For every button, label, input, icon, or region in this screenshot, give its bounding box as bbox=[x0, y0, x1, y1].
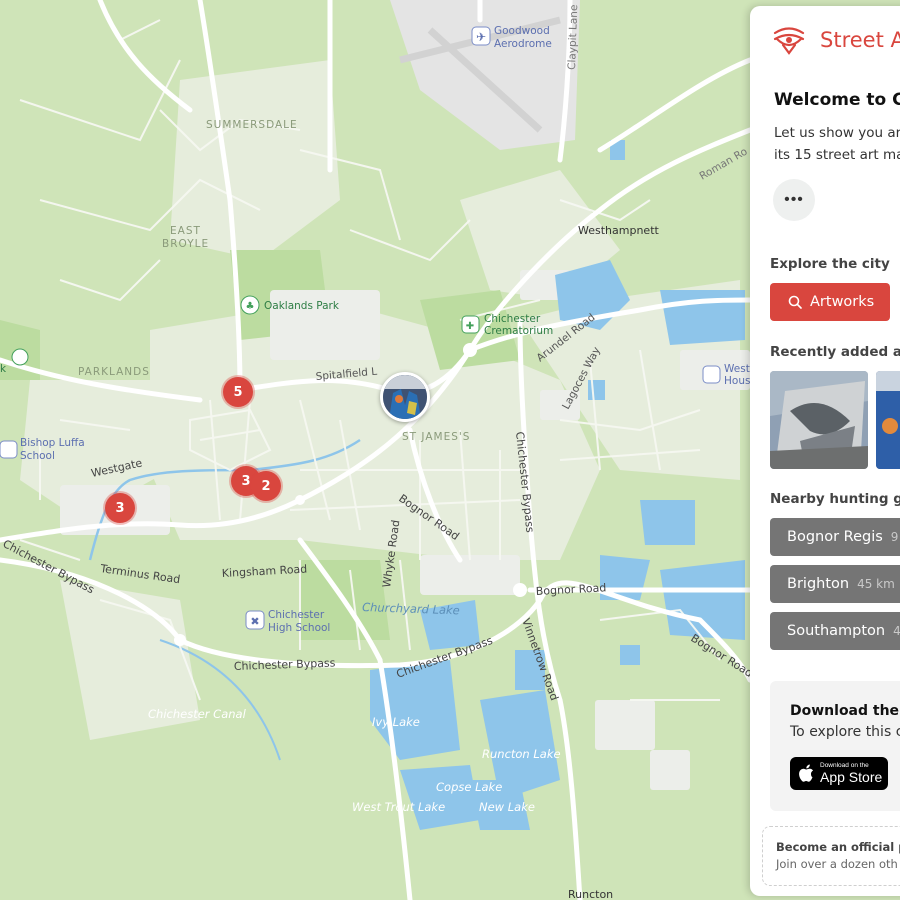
recent-artwork-thumbnail[interactable] bbox=[770, 371, 868, 469]
label-goodwood: Goodwood bbox=[494, 25, 550, 37]
svg-text:Aerodrome: Aerodrome bbox=[494, 38, 552, 50]
label-westhampnett: Westhampnett bbox=[578, 224, 660, 237]
appstore-big-text: App Store bbox=[820, 768, 883, 785]
label-new-lake: New Lake bbox=[479, 800, 535, 814]
svg-text:Crematorium: Crematorium bbox=[484, 325, 553, 337]
svg-text:School: School bbox=[20, 450, 55, 462]
label-st-james: ST JAMES'S bbox=[402, 431, 470, 443]
download-subtitle: To explore this c bbox=[790, 724, 900, 740]
artwork-photo-marker[interactable] bbox=[380, 372, 430, 422]
artwork-image bbox=[876, 371, 900, 469]
recent-artwork-thumbnail[interactable] bbox=[876, 371, 900, 469]
artworks-button-label: Artworks bbox=[810, 294, 875, 310]
download-card: Download the a To explore this c Downloa… bbox=[770, 681, 900, 811]
app-store-badge[interactable]: Download on the App Store bbox=[790, 757, 888, 790]
artwork-cluster-marker[interactable]: 5 bbox=[223, 377, 253, 407]
explore-heading: Explore the city bbox=[770, 256, 890, 272]
recent-heading: Recently added art bbox=[770, 344, 900, 360]
nearby-group-button[interactable]: Bognor Regis9 k bbox=[770, 518, 900, 556]
nearby-group-button[interactable]: Brighton 45 km bbox=[770, 565, 900, 603]
partner-subtitle: Join over a dozen oth bbox=[776, 857, 898, 871]
more-button[interactable]: ••• bbox=[773, 179, 815, 221]
svg-text:✈: ✈ bbox=[476, 30, 486, 44]
artworks-button[interactable]: Artworks bbox=[770, 283, 890, 321]
label-west-trout-lake: West Trout Lake bbox=[352, 800, 445, 814]
svg-text:✚: ✚ bbox=[466, 321, 474, 332]
intro-text: Let us show you ar its 15 street art mas bbox=[774, 125, 900, 163]
label-ivy-lake: Ivy Lake bbox=[372, 715, 420, 729]
svg-text:Hous: Hous bbox=[724, 375, 750, 387]
label-east-broyle: EAST bbox=[170, 225, 201, 237]
partner-title: Become an official pa bbox=[776, 840, 900, 854]
label-chichester-canal: Chichester Canal bbox=[148, 707, 247, 721]
nearby-heading: Nearby hunting gro bbox=[770, 491, 900, 507]
label-copse-lake: Copse Lake bbox=[436, 780, 502, 794]
artwork-image bbox=[770, 371, 868, 469]
label-runcton-lake: Runcton Lake bbox=[482, 747, 561, 761]
brand-name: Street A bbox=[820, 28, 900, 52]
side-panel: Street A Welcome to Cl Let us show you a… bbox=[750, 6, 900, 896]
label-crematorium: Chichester bbox=[484, 313, 541, 325]
svg-text:High School: High School bbox=[268, 622, 330, 634]
brand-logo[interactable]: Street A bbox=[772, 22, 900, 58]
label-high-school: Chichester bbox=[268, 609, 325, 621]
label-bishop-luffa: Bishop Luffa bbox=[20, 437, 85, 449]
label-west-hous: West bbox=[724, 363, 750, 375]
partner-card[interactable]: Become an official pa Join over a dozen … bbox=[762, 826, 900, 886]
label-park-k: k bbox=[0, 363, 7, 375]
artwork-cluster-marker[interactable]: 2 bbox=[251, 471, 281, 501]
svg-text:✖: ✖ bbox=[250, 615, 259, 628]
apple-icon bbox=[799, 764, 814, 782]
download-title: Download the a bbox=[790, 703, 900, 719]
search-icon bbox=[788, 295, 802, 309]
artwork-photo-image bbox=[383, 375, 427, 419]
artwork-cluster-marker[interactable]: 3 bbox=[105, 493, 135, 523]
svg-text:BROYLE: BROYLE bbox=[162, 238, 209, 250]
label-summersdale: SUMMERSDALE bbox=[206, 119, 298, 131]
label-parklands: PARKLANDS bbox=[78, 366, 150, 378]
label-claypit-lane: Claypit Lane bbox=[566, 4, 580, 70]
label-runcton: Runcton bbox=[568, 888, 613, 900]
welcome-title: Welcome to Cl bbox=[774, 90, 900, 110]
brand-icon bbox=[773, 27, 805, 55]
nearby-group-button[interactable]: Southampton45 bbox=[770, 612, 900, 650]
svg-text:♣: ♣ bbox=[246, 301, 255, 312]
more-icon: ••• bbox=[784, 191, 804, 208]
label-oaklands-park: Oaklands Park bbox=[264, 300, 340, 312]
